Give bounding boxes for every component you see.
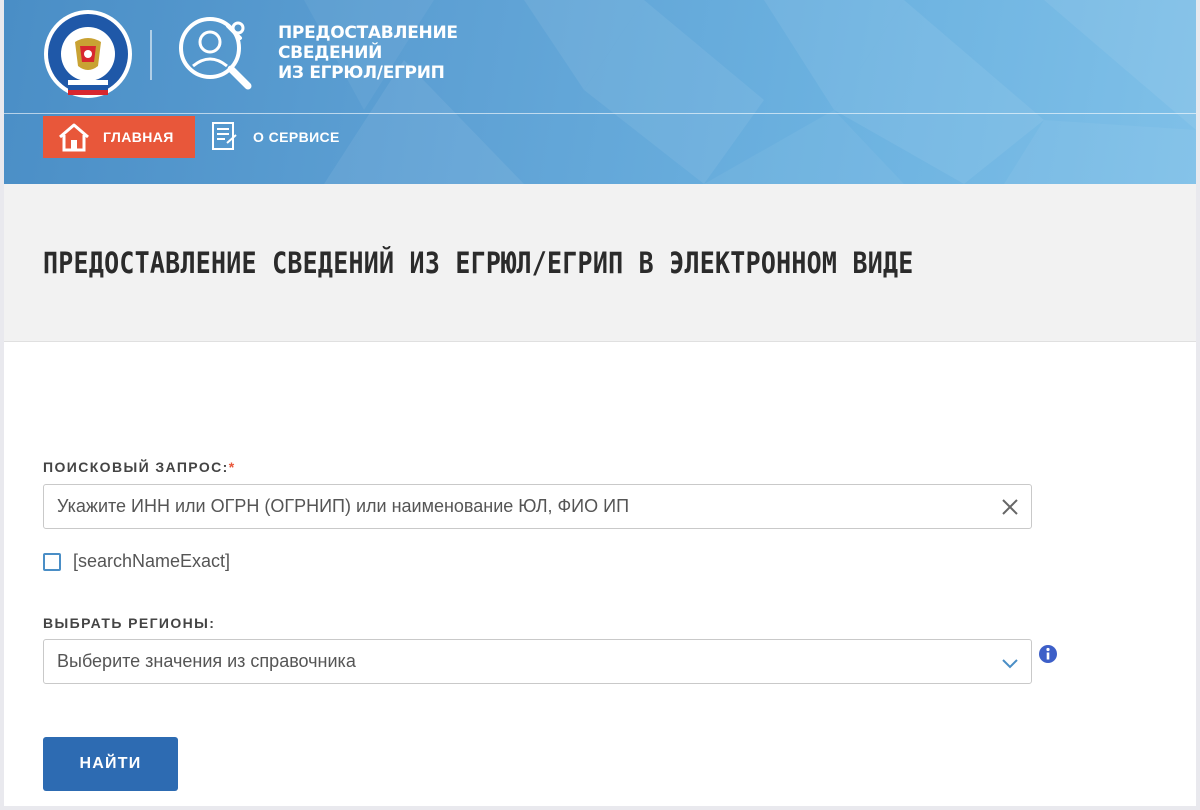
exact-name-checkbox-label[interactable]: [searchNameExact] bbox=[73, 551, 230, 572]
site-header: ПРЕДОСТАВЛЕНИЕ СВЕДЕНИЙ ИЗ ЕГРЮЛ/ЕГРИП Г… bbox=[4, 0, 1196, 184]
exact-name-checkbox[interactable] bbox=[43, 552, 61, 571]
clear-icon[interactable] bbox=[999, 496, 1021, 518]
service-logo[interactable] bbox=[176, 14, 256, 98]
fns-emblem[interactable] bbox=[42, 8, 134, 104]
exact-name-option[interactable]: [searchNameExact] bbox=[43, 551, 230, 572]
nav-item-label: О СЕРВИСЕ bbox=[253, 129, 340, 145]
page-frame: ПРЕДОСТАВЛЕНИЕ СВЕДЕНИЙ ИЗ ЕГРЮЛ/ЕГРИП Г… bbox=[4, 0, 1196, 806]
search-button[interactable]: НАЙТИ bbox=[43, 737, 178, 791]
title-band: ПРЕДОСТАВЛЕНИЕ СВЕДЕНИЙ ИЗ ЕГРЮЛ/ЕГРИП В… bbox=[4, 184, 1196, 342]
required-mark: * bbox=[228, 459, 236, 475]
search-label: ПОИСКОВЫЙ ЗАПРОС:* bbox=[43, 459, 236, 475]
nav-item-about[interactable]: О СЕРВИСЕ bbox=[195, 116, 352, 158]
nav-item-label: ГЛАВНАЯ bbox=[103, 129, 174, 145]
search-label-text: ПОИСКОВЫЙ ЗАПРОС: bbox=[43, 459, 229, 475]
brand-title[interactable]: ПРЕДОСТАВЛЕНИЕ СВЕДЕНИЙ ИЗ ЕГРЮЛ/ЕГРИП bbox=[278, 23, 478, 83]
nav-item-home[interactable]: ГЛАВНАЯ bbox=[43, 116, 195, 158]
brand-title-line: ПРЕДОСТАВЛЕНИЕ bbox=[278, 23, 458, 43]
chevron-down-icon[interactable] bbox=[1001, 654, 1019, 672]
search-input[interactable] bbox=[57, 496, 977, 517]
home-icon bbox=[57, 122, 91, 152]
header-separator bbox=[4, 113, 1196, 114]
regions-select-value: Выберите значения из справочника bbox=[57, 651, 356, 671]
brand-title-line: СВЕДЕНИЙ bbox=[278, 43, 383, 63]
regions-select[interactable]: Выберите значения из справочника bbox=[43, 639, 1032, 684]
header-divider bbox=[150, 30, 152, 80]
regions-label: ВЫБРАТЬ РЕГИОНЫ: bbox=[43, 615, 216, 631]
search-field bbox=[43, 484, 1032, 529]
brand-title-line: ИЗ ЕГРЮЛ/ЕГРИП bbox=[278, 63, 445, 83]
info-icon[interactable] bbox=[1038, 644, 1058, 664]
main-nav: ГЛАВНАЯ О СЕРВИСЕ bbox=[43, 116, 352, 158]
document-icon bbox=[209, 122, 239, 152]
page-title: ПРЕДОСТАВЛЕНИЕ СВЕДЕНИЙ ИЗ ЕГРЮЛ/ЕГРИП В… bbox=[43, 246, 914, 280]
